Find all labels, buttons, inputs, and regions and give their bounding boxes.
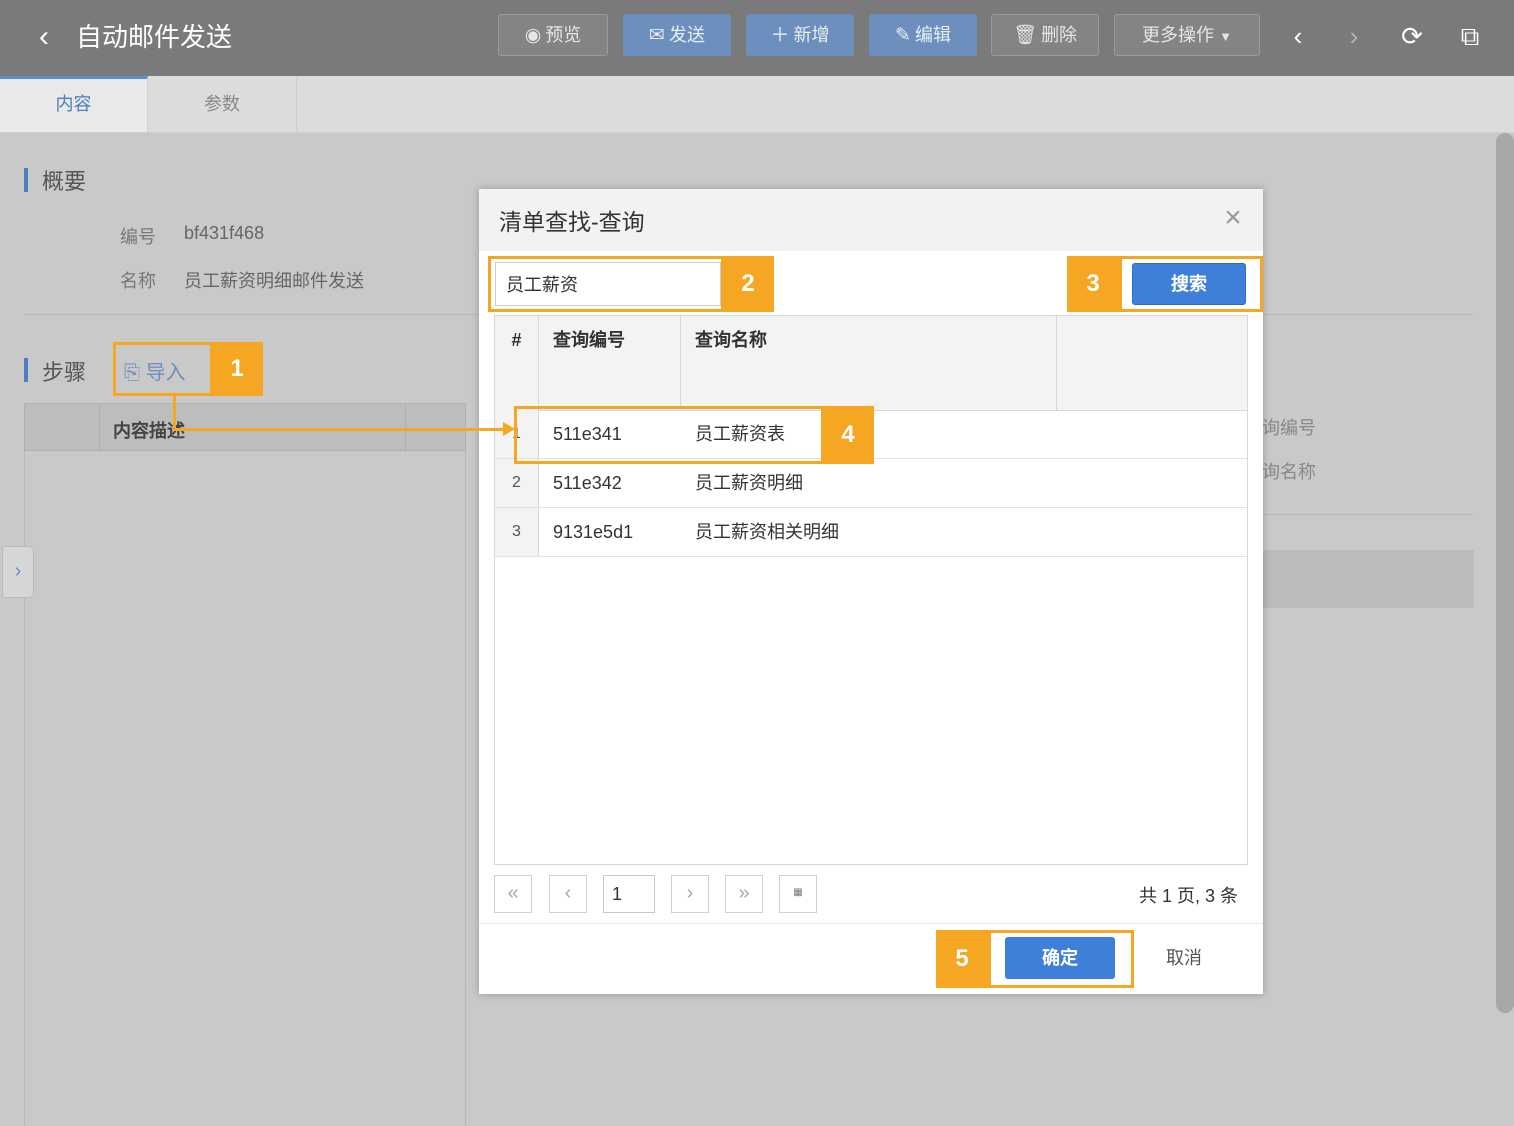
edit-label: 编辑 <box>914 25 951 45</box>
dialog-header: 清单查找-查询 × <box>479 189 1263 251</box>
query-code: 9131e5d1 <box>553 522 634 542</box>
last-page-icon[interactable]: » <box>725 875 763 913</box>
callout-number-3: 3 <box>1067 256 1119 312</box>
code-value: bf431f468 <box>184 223 265 243</box>
delete-button[interactable]: 🗑 删除 <box>991 14 1099 56</box>
callout-connector <box>173 396 176 430</box>
callout-number-5: 5 <box>936 930 988 988</box>
tab-bar: 内容 参数 <box>0 76 1514 133</box>
query-code: 511e342 <box>553 473 622 493</box>
callout-box-5 <box>988 930 1134 988</box>
callout-box-1 <box>113 342 213 396</box>
more-actions-button[interactable]: 更多操作 ▼ <box>1114 14 1260 56</box>
page-scrollbar[interactable] <box>1496 133 1514 1013</box>
index-column-header: # <box>511 330 522 350</box>
table-row[interactable]: 3 9131e5d1 员工薪资相关明细 <box>495 508 1247 557</box>
expand-panel-icon[interactable]: › <box>2 546 34 598</box>
query-code-label: 询编号 <box>1262 418 1316 438</box>
footer-divider <box>479 923 1263 924</box>
edit-icon: ✎ <box>895 25 911 46</box>
callout-number-4: 4 <box>822 406 874 464</box>
prev-record-icon[interactable]: ‹ <box>1280 18 1316 54</box>
filter-row[interactable] <box>495 364 1247 411</box>
column-divider <box>1056 316 1057 410</box>
cancel-button[interactable]: 取消 <box>1149 937 1219 979</box>
more-actions-label: 更多操作 <box>1142 25 1215 45</box>
plus-icon: ＋ <box>770 25 790 46</box>
column-divider <box>680 316 681 410</box>
mail-icon: ✉ <box>649 25 665 46</box>
dialog-title: 清单查找-查询 <box>499 209 645 235</box>
page-number-input[interactable] <box>603 875 655 913</box>
page-title: 自动邮件发送 <box>76 22 233 52</box>
page-size-icon[interactable]: ▦ <box>779 875 817 913</box>
trash-icon: 🗑 <box>1012 25 1038 46</box>
preview-button[interactable]: ◉ 预览 <box>498 14 608 56</box>
preview-label: 预览 <box>545 25 582 45</box>
name-column-header[interactable]: 查询名称 <box>695 316 767 364</box>
edit-button[interactable]: ✎ 编辑 <box>869 14 977 56</box>
overview-title: 概要 <box>42 169 87 194</box>
row-index: 2 <box>495 459 539 507</box>
pagination-summary: 共 1 页, 3 条 <box>1139 886 1239 906</box>
section-marker <box>24 168 28 192</box>
row-index: 3 <box>495 508 539 556</box>
divider <box>1262 514 1474 515</box>
table-header: # 查询编号 查询名称 <box>495 316 1247 365</box>
steps-table-header: 内容描述 <box>24 403 466 452</box>
refresh-icon[interactable]: ⟳ <box>1394 18 1430 54</box>
next-record-icon[interactable]: › <box>1336 18 1372 54</box>
column-divider <box>99 404 100 452</box>
query-name-label: 询名称 <box>1262 462 1316 482</box>
query-name: 员工薪资明细 <box>695 473 803 493</box>
callout-box-3 <box>1119 256 1263 312</box>
column-divider <box>538 316 539 410</box>
send-button[interactable]: ✉ 发送 <box>623 14 731 56</box>
tab-content[interactable]: 内容 <box>0 76 148 132</box>
query-name: 员工薪资相关明细 <box>695 522 839 542</box>
table-row[interactable]: 2 511e342 员工薪资明细 <box>495 459 1247 508</box>
callout-number-1: 1 <box>211 342 263 396</box>
steps-table-body <box>24 451 466 1126</box>
close-icon[interactable]: × <box>1217 203 1249 235</box>
callout-number-2: 2 <box>722 256 774 312</box>
eye-icon: ◉ <box>524 25 542 46</box>
name-label: 名称 <box>120 271 156 291</box>
callout-connector <box>173 428 505 431</box>
callout-box-4 <box>514 406 824 464</box>
first-page-icon[interactable]: « <box>494 875 532 913</box>
send-label: 发送 <box>668 25 705 45</box>
delete-label: 删除 <box>1041 25 1078 45</box>
next-page-icon[interactable]: › <box>671 875 709 913</box>
code-label: 编号 <box>120 227 156 247</box>
caret-down-icon: ▼ <box>1219 29 1232 44</box>
section-marker <box>24 358 28 382</box>
steps-title: 步骤 <box>42 360 87 385</box>
tab-params[interactable]: 参数 <box>148 76 297 132</box>
name-value: 员工薪资明细邮件发送 <box>184 271 364 291</box>
callout-box-2 <box>488 256 724 312</box>
add-button[interactable]: ＋新增 <box>746 14 854 56</box>
open-external-icon[interactable]: ⧉ <box>1452 18 1488 54</box>
code-column-header[interactable]: 查询编号 <box>553 316 625 364</box>
prev-page-icon[interactable]: ‹ <box>549 875 587 913</box>
back-arrow-icon[interactable]: ‹ <box>26 20 62 56</box>
right-table-header <box>1262 550 1474 608</box>
app-header: ‹ 自动邮件发送 ◉ 预览 ✉ 发送 ＋新增 ✎ 编辑 🗑 删除 更多操作 ▼ ‹ › … <box>0 0 1514 76</box>
query-results-table: # 查询编号 查询名称 1 511e341 员工薪资表 2 511e342 员工… <box>494 315 1248 865</box>
add-label: 新增 <box>793 25 830 45</box>
